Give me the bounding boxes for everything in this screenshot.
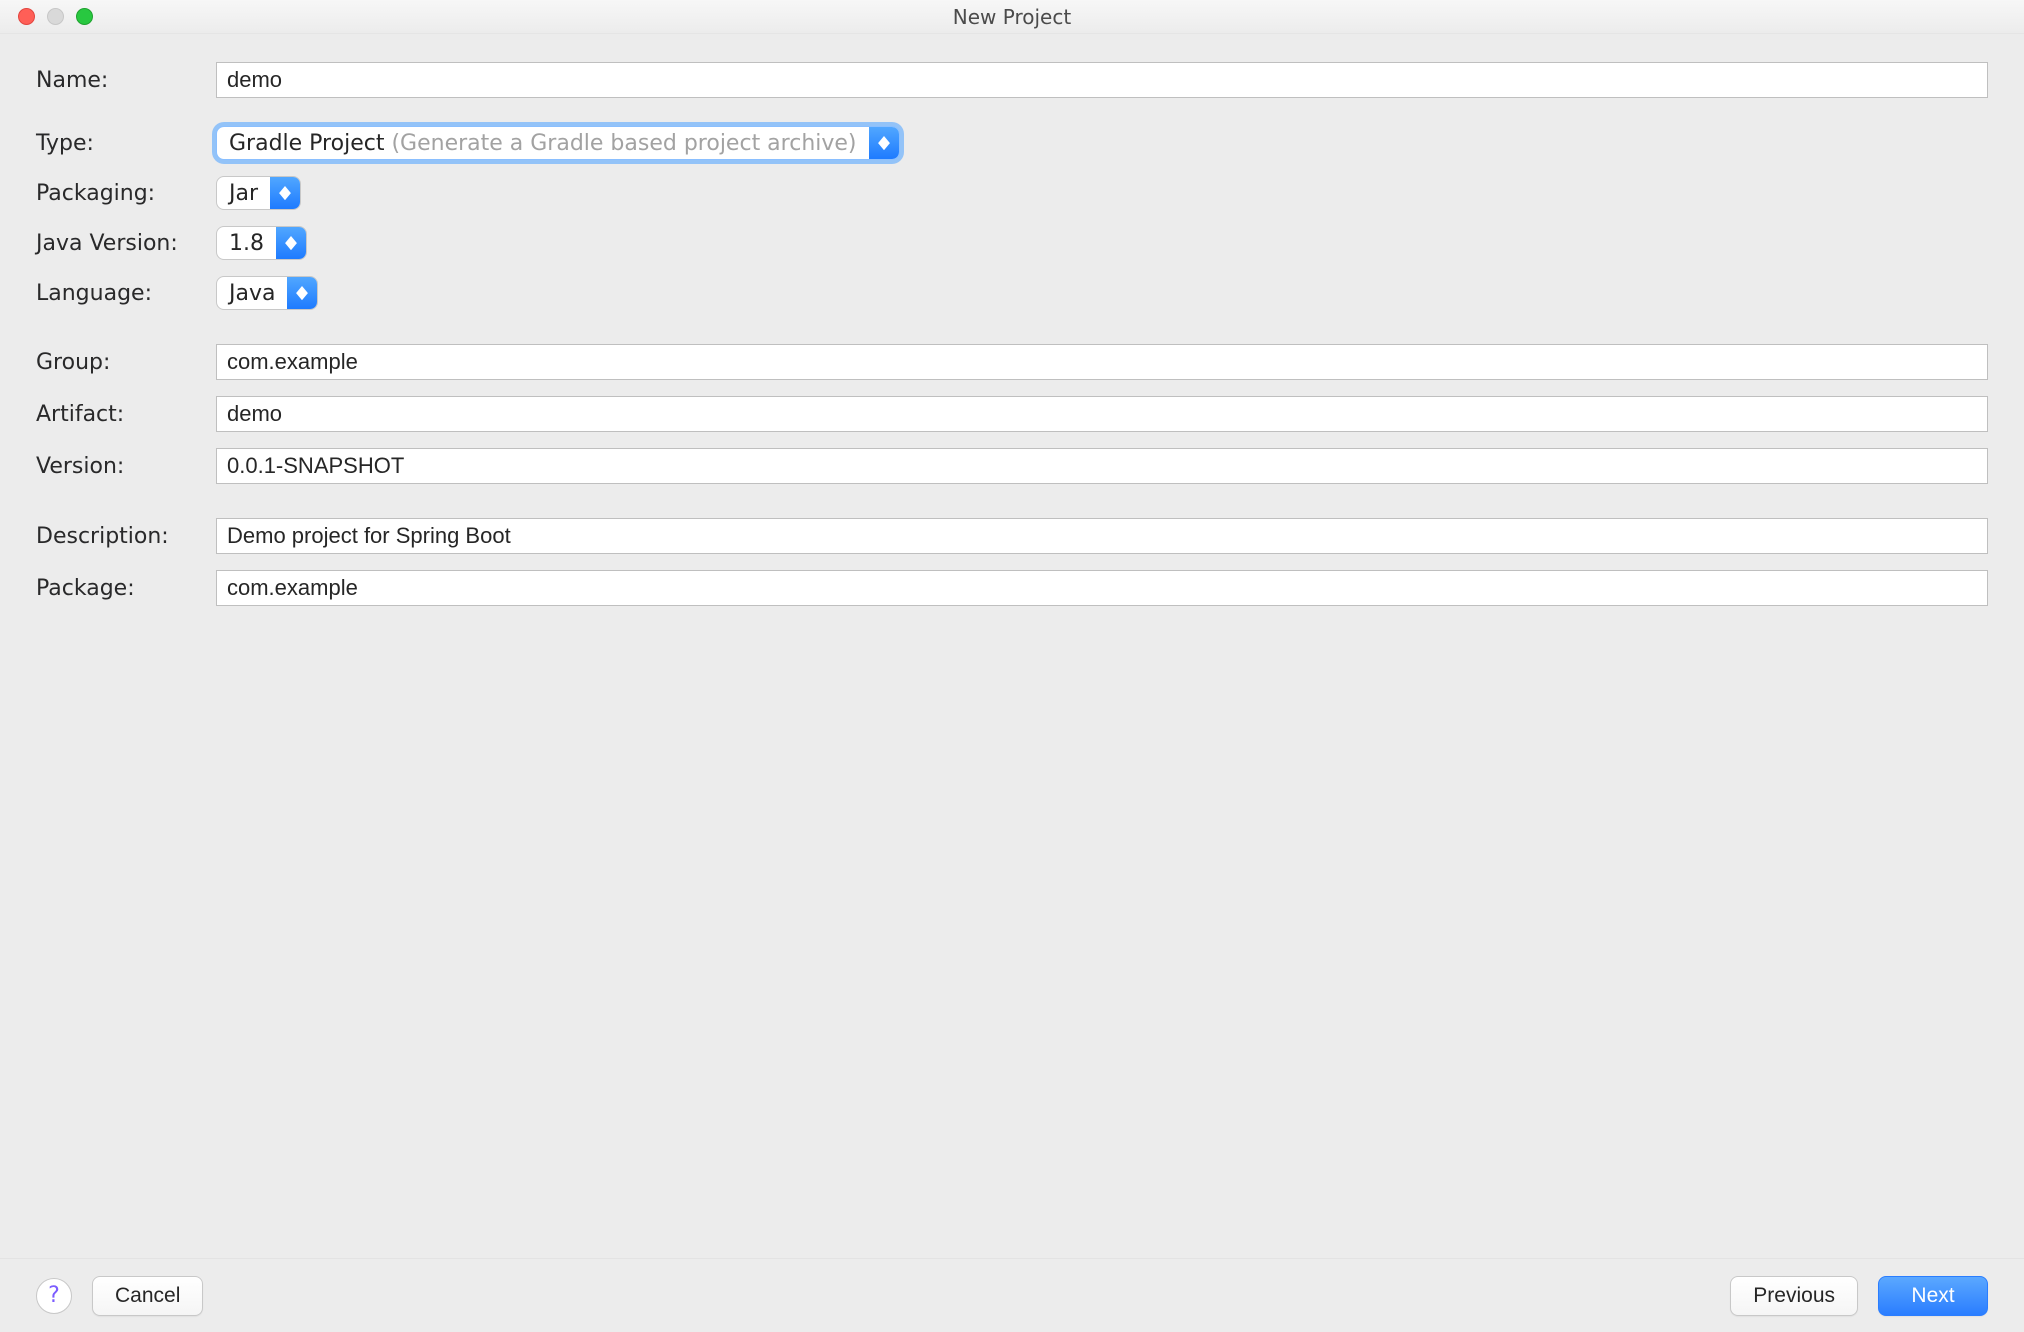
window-title: New Project xyxy=(0,5,2024,29)
java-version-select-value: 1.8 xyxy=(217,227,276,259)
next-button[interactable]: Next xyxy=(1878,1276,1988,1316)
label-artifact: Artifact: xyxy=(36,402,216,427)
label-description: Description: xyxy=(36,524,216,549)
label-group: Group: xyxy=(36,350,216,375)
type-select[interactable]: Gradle Project (Generate a Gradle based … xyxy=(216,126,900,160)
row-type: Type: Gradle Project (Generate a Gradle … xyxy=(36,126,1988,160)
row-version: Version: xyxy=(36,448,1988,484)
packaging-select-value: Jar xyxy=(217,177,270,209)
type-select-hint: (Generate a Gradle based project archive… xyxy=(391,131,856,156)
chevron-updown-icon xyxy=(287,277,317,309)
footer: ? Cancel Previous Next xyxy=(0,1258,2024,1332)
name-input[interactable] xyxy=(216,62,1988,98)
label-type: Type: xyxy=(36,131,216,156)
label-packaging: Packaging: xyxy=(36,181,216,206)
label-version: Version: xyxy=(36,454,216,479)
row-name: Name: xyxy=(36,62,1988,98)
language-select[interactable]: Java xyxy=(216,276,318,310)
description-input[interactable] xyxy=(216,518,1988,554)
row-packaging: Packaging: Jar xyxy=(36,176,1988,210)
artifact-input[interactable] xyxy=(216,396,1988,432)
help-icon: ? xyxy=(48,1283,60,1308)
previous-button[interactable]: Previous xyxy=(1730,1276,1858,1316)
chevron-updown-icon xyxy=(869,127,899,159)
cancel-button[interactable]: Cancel xyxy=(92,1276,203,1316)
chevron-updown-icon xyxy=(270,177,300,209)
packaging-select[interactable]: Jar xyxy=(216,176,301,210)
chevron-updown-icon xyxy=(276,227,306,259)
row-description: Description: xyxy=(36,518,1988,554)
label-package: Package: xyxy=(36,576,216,601)
label-language: Language: xyxy=(36,281,216,306)
new-project-window: New Project Name: Type: Gradle Project (… xyxy=(0,0,2024,1332)
row-group: Group: xyxy=(36,344,1988,380)
type-select-text: Gradle Project xyxy=(229,131,384,156)
label-name: Name: xyxy=(36,68,216,93)
row-java-version: Java Version: 1.8 xyxy=(36,226,1988,260)
label-java-version: Java Version: xyxy=(36,231,216,256)
titlebar: New Project xyxy=(0,0,2024,34)
row-language: Language: Java xyxy=(36,276,1988,310)
row-package: Package: xyxy=(36,570,1988,606)
package-input[interactable] xyxy=(216,570,1988,606)
version-input[interactable] xyxy=(216,448,1988,484)
type-select-value: Gradle Project (Generate a Gradle based … xyxy=(217,127,869,159)
java-version-select[interactable]: 1.8 xyxy=(216,226,307,260)
group-input[interactable] xyxy=(216,344,1988,380)
help-button[interactable]: ? xyxy=(36,1278,72,1314)
language-select-value: Java xyxy=(217,277,287,309)
row-artifact: Artifact: xyxy=(36,396,1988,432)
form-content: Name: Type: Gradle Project (Generate a G… xyxy=(0,34,2024,1258)
